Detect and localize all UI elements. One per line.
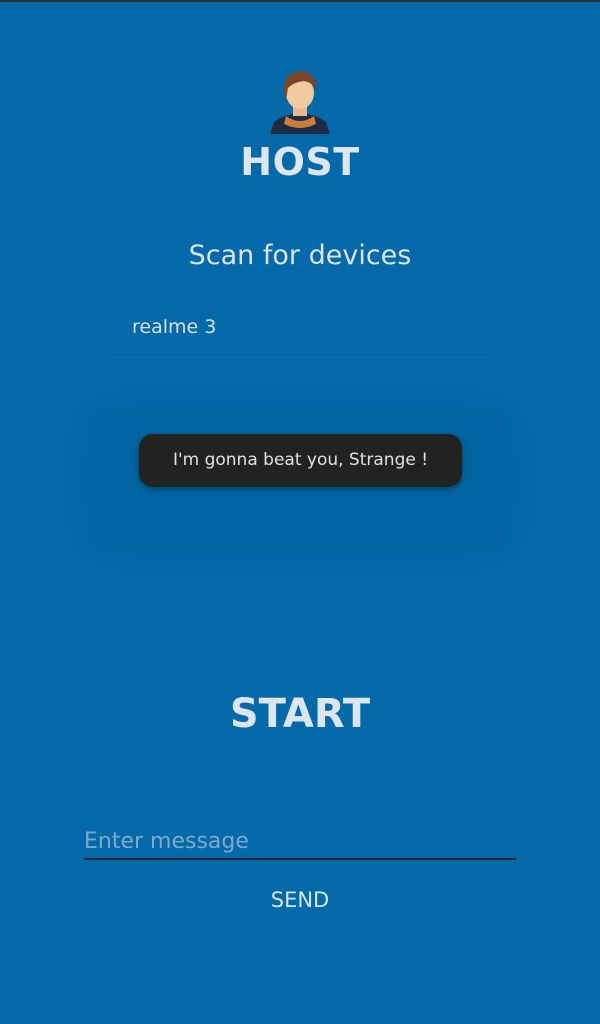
send-button[interactable]: SEND: [240, 880, 360, 920]
scan-devices-button[interactable]: Scan for devices: [150, 232, 450, 280]
start-button[interactable]: START: [150, 684, 450, 744]
device-name: realme 3: [132, 316, 217, 338]
person-avatar-icon: [264, 66, 336, 134]
list-item[interactable]: realme 3: [108, 300, 488, 358]
status-bar-edge: [0, 0, 600, 2]
message-input[interactable]: [84, 824, 516, 860]
page-title: HOST: [240, 140, 360, 184]
device-list: realme 3: [108, 300, 488, 550]
toast-message: I'm gonna beat you, Strange !: [139, 434, 462, 487]
